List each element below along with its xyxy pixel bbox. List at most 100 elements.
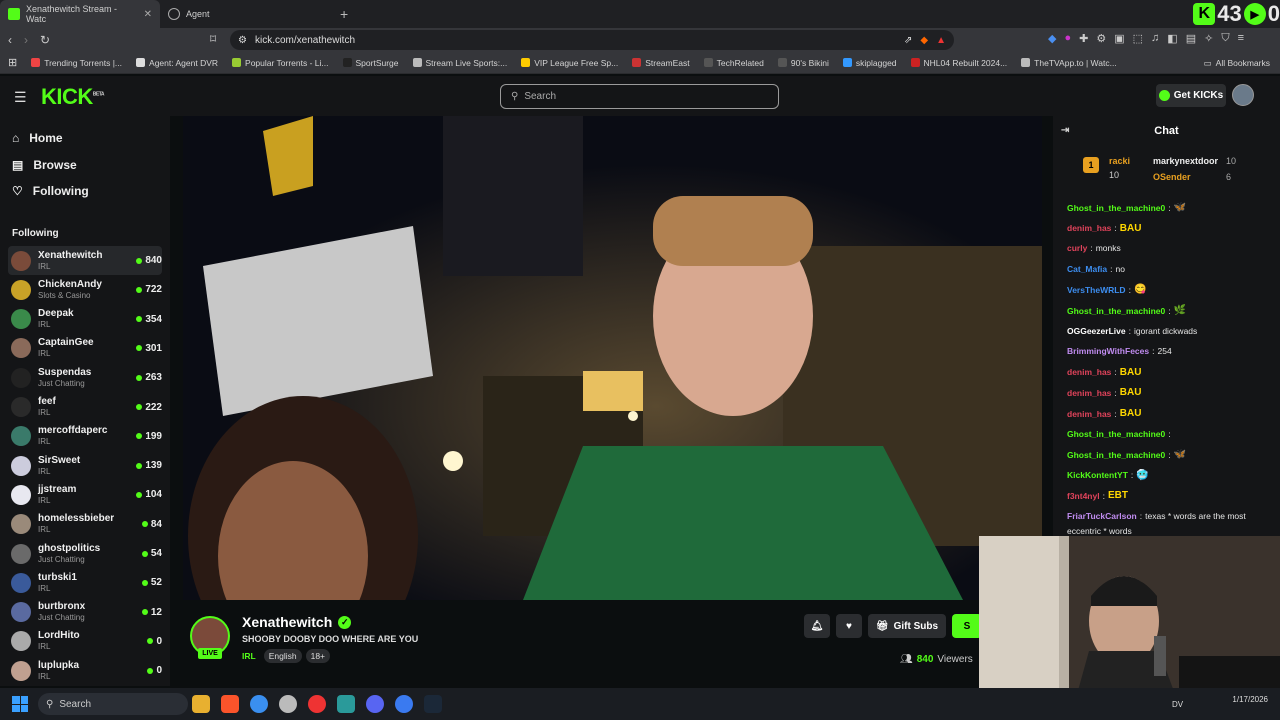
- bookmark-item[interactable]: VIP League Free Sp...: [521, 58, 618, 68]
- brave-rewards-icon[interactable]: ▲: [936, 35, 946, 46]
- leader-name[interactable]: markynextdoor: [1153, 156, 1218, 166]
- chat-username[interactable]: Cat_Mafia: [1067, 264, 1107, 274]
- steam-icon[interactable]: [424, 695, 442, 713]
- sidebar-item-deepak[interactable]: Deepak IRL 354: [8, 305, 162, 334]
- chat-username[interactable]: KickKontentYT: [1067, 470, 1128, 480]
- brave-shield-icon[interactable]: ◆: [920, 35, 928, 46]
- sidebar-item-feef[interactable]: feef IRL 222: [8, 393, 162, 422]
- search-input[interactable]: ⚲ Search: [500, 84, 779, 109]
- menu-icon[interactable]: ≡: [1238, 32, 1244, 45]
- sidebar-item-sirsweet[interactable]: SirSweet IRL 139: [8, 451, 162, 480]
- app-icon[interactable]: [279, 695, 297, 713]
- sidebar-item-chickenandy[interactable]: ChickenAndy Slots & Casino 722: [8, 275, 162, 304]
- chat-username[interactable]: f3nt4nyl: [1067, 491, 1100, 501]
- video-player[interactable]: [183, 116, 1042, 600]
- chat-username[interactable]: Ghost_in_the_machine0: [1067, 450, 1165, 460]
- leo-icon[interactable]: ✧: [1204, 32, 1213, 45]
- sidebar-item-ghostpolitics[interactable]: ghostpolitics Just Chatting 54: [8, 539, 162, 568]
- bookmark-item[interactable]: Popular Torrents - Li...: [232, 58, 329, 68]
- tag-pill[interactable]: English: [263, 649, 302, 663]
- reload-icon[interactable]: ↻: [40, 33, 50, 47]
- category-link[interactable]: IRL: [242, 651, 256, 661]
- sidebar-item-homelessbieber[interactable]: homelessbieber IRL 84: [8, 510, 162, 539]
- chat-username[interactable]: Ghost_in_the_machine0: [1067, 306, 1165, 316]
- chat-username[interactable]: FriarTuckCarlson: [1067, 511, 1137, 521]
- tag-pill[interactable]: 18+: [305, 649, 331, 663]
- wallet-icon[interactable]: ▤: [1186, 32, 1196, 45]
- nav-browse[interactable]: ▤ Browse: [12, 158, 77, 172]
- bookmark-item[interactable]: TheTVApp.to | Watc...: [1021, 58, 1117, 68]
- tab-agent[interactable]: Agent: [160, 0, 330, 28]
- apps-icon[interactable]: ⊞: [8, 56, 17, 69]
- avatar[interactable]: [1232, 84, 1254, 106]
- app-icon[interactable]: [337, 695, 355, 713]
- site-info-icon[interactable]: ⚙: [238, 35, 247, 46]
- chat-username[interactable]: OGGeezerLive: [1067, 326, 1126, 336]
- bookmark-item[interactable]: 90's Bikini: [777, 58, 829, 68]
- extension-icon[interactable]: ✚: [1079, 32, 1088, 45]
- menu-icon[interactable]: ☰: [14, 89, 27, 106]
- extension-icon[interactable]: ◆: [1048, 32, 1056, 45]
- all-bookmarks[interactable]: ▭ All Bookmarks: [1204, 52, 1270, 74]
- sidebar-icon[interactable]: ◧: [1167, 32, 1177, 45]
- back-icon[interactable]: ‹: [8, 33, 12, 47]
- sidebar-item-captaingee[interactable]: CaptainGee IRL 301: [8, 334, 162, 363]
- app-icon[interactable]: [308, 695, 326, 713]
- subscribe-button[interactable]: S: [952, 614, 982, 638]
- bookmark-item[interactable]: skiplagged: [842, 58, 897, 68]
- chat-username[interactable]: VersTheWRLD: [1067, 285, 1126, 295]
- address-bar[interactable]: ⚙ kick.com/xenathewitch ⇗ ◆ ▲: [230, 30, 954, 50]
- notification-bell-button[interactable]: 🔔︎: [804, 614, 830, 638]
- chat-username[interactable]: denim_has: [1067, 409, 1111, 419]
- extension-icon[interactable]: ⚙: [1096, 32, 1106, 45]
- chat-username[interactable]: Ghost_in_the_machine0: [1067, 429, 1165, 439]
- forward-icon[interactable]: ›: [24, 33, 28, 47]
- kick-logo[interactable]: KICKBETA: [41, 84, 105, 110]
- app-icon[interactable]: [395, 695, 413, 713]
- sidebar-item-suspendas[interactable]: Suspendas Just Chatting 263: [8, 363, 162, 392]
- chat-username[interactable]: denim_has: [1067, 367, 1111, 377]
- sidebar-item-luplupka[interactable]: luplupka IRL 0: [8, 656, 162, 685]
- collapse-chat-icon[interactable]: ⇥: [1061, 125, 1069, 136]
- bookmark-item[interactable]: TechRelated: [703, 58, 764, 68]
- file-explorer-icon[interactable]: [192, 695, 210, 713]
- new-tab-button[interactable]: +: [330, 6, 358, 22]
- input-language[interactable]: DV: [1172, 700, 1183, 709]
- sidebar-item-burtbronx[interactable]: burtbronx Just Chatting 12: [8, 598, 162, 627]
- nav-home[interactable]: ⌂ Home: [12, 131, 63, 145]
- start-button[interactable]: [12, 696, 28, 712]
- discord-icon[interactable]: [366, 695, 384, 713]
- get-kicks-button[interactable]: Get KICKs: [1156, 84, 1226, 107]
- bookmark-item[interactable]: SportSurge: [342, 58, 399, 68]
- chat-username[interactable]: Ghost_in_the_machine0: [1067, 203, 1165, 213]
- chat-username[interactable]: BrimmingWithFeces: [1067, 346, 1149, 356]
- vpn-icon[interactable]: ⛉: [1221, 32, 1229, 45]
- sidebar-item-jjstream[interactable]: jjstream IRL 104: [8, 480, 162, 509]
- bookmark-item[interactable]: Trending Torrents |...: [31, 58, 122, 68]
- taskbar-search[interactable]: ⚲ Search: [38, 693, 188, 715]
- tab-xenathewitch[interactable]: Xenathewitch Stream - Watc ✕: [0, 0, 160, 28]
- nav-following[interactable]: ♡ Following: [12, 184, 89, 198]
- close-tab-icon[interactable]: ✕: [144, 9, 152, 20]
- leader-name[interactable]: racki: [1109, 156, 1130, 166]
- brave-icon[interactable]: [221, 695, 239, 713]
- chat-username[interactable]: denim_has: [1067, 388, 1111, 398]
- sidebar-item-mercoffdaperc[interactable]: mercoffdaperc IRL 199: [8, 422, 162, 451]
- sidebar-item-xenathewitch[interactable]: Xenathewitch IRL 840: [8, 246, 162, 275]
- bookmark-item[interactable]: Agent: Agent DVR: [136, 58, 218, 68]
- chat-username[interactable]: curly: [1067, 243, 1087, 253]
- share-icon[interactable]: ⇗: [904, 35, 912, 46]
- extension-icon[interactable]: ●: [1064, 32, 1071, 45]
- screenshot-icon[interactable]: ▣: [1114, 32, 1124, 45]
- chat-username[interactable]: denim_has: [1067, 223, 1111, 233]
- extension-icon[interactable]: ⬚: [1133, 32, 1143, 45]
- leader-name[interactable]: OSender: [1153, 172, 1191, 182]
- sidebar-item-turbski1[interactable]: turbski1 IRL 52: [8, 568, 162, 597]
- sidebar-item-lordhito[interactable]: LordHito IRL 0: [8, 627, 162, 656]
- bookmark-item[interactable]: NHL04 Rebuilt 2024...: [910, 58, 1007, 68]
- bookmark-icon[interactable]: ⌑: [210, 32, 216, 46]
- gift-subs-button[interactable]: 🎁︎ Gift Subs: [868, 614, 946, 638]
- media-icon[interactable]: ♫: [1151, 32, 1159, 45]
- bookmark-item[interactable]: StreamEast: [632, 58, 690, 68]
- streamer-name[interactable]: Xenathewitch ✓: [242, 614, 352, 630]
